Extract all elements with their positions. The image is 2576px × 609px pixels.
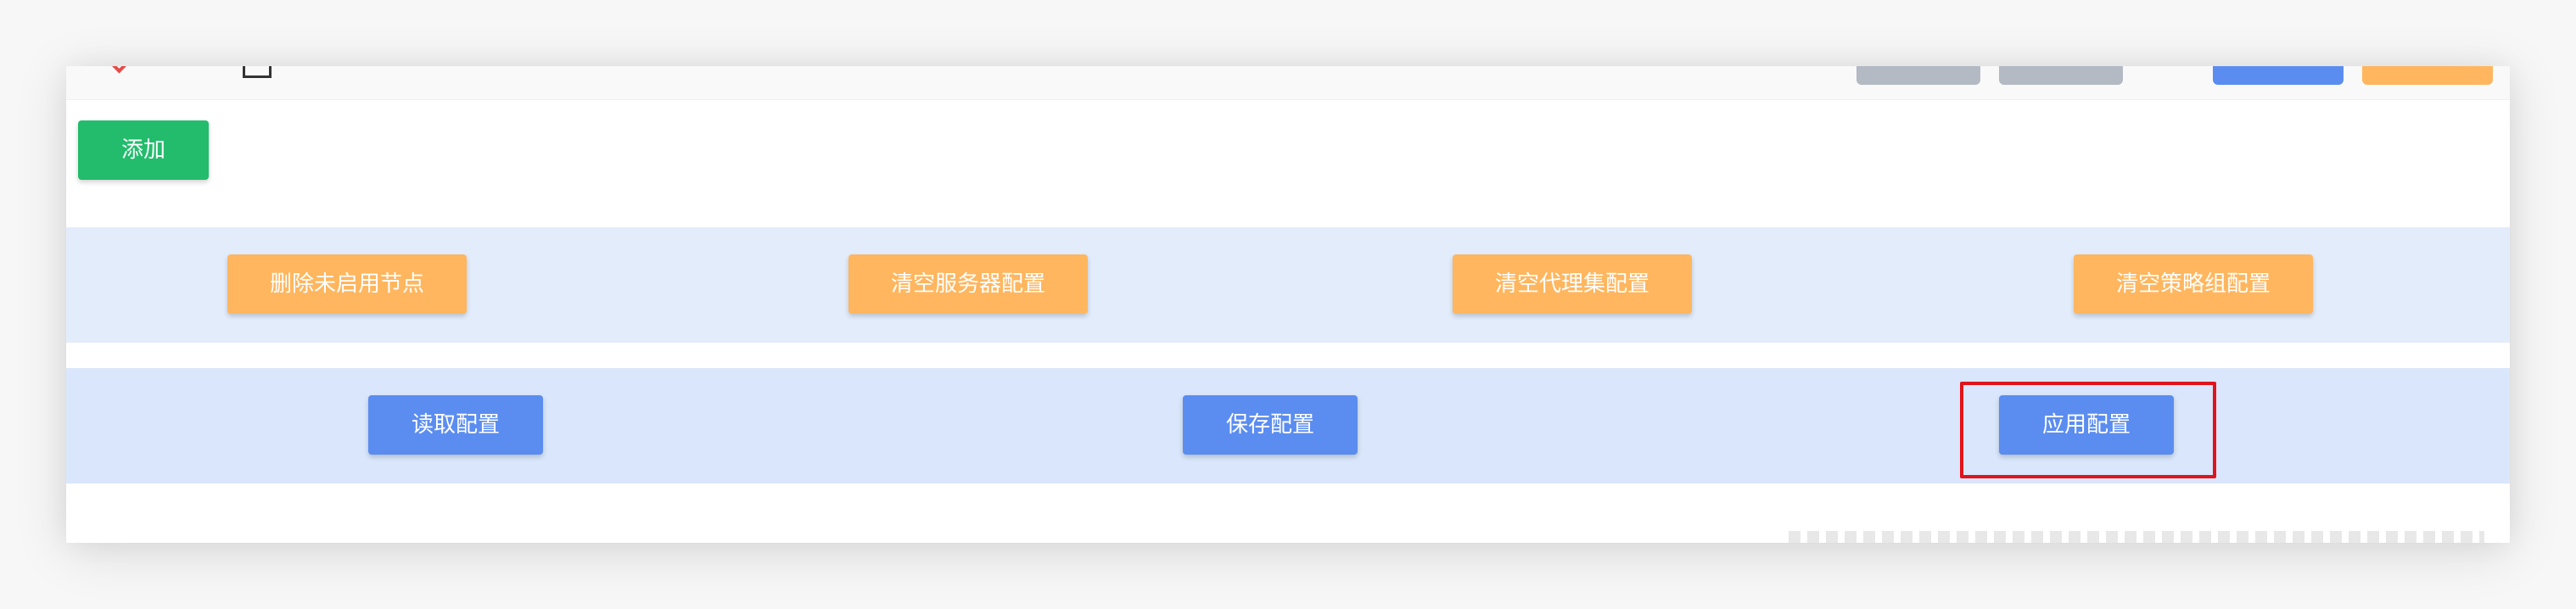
- red-check-icon: [112, 66, 134, 74]
- toolbar-button-gray-2[interactable]: [1999, 66, 2123, 85]
- clear-proxy-group-config-button[interactable]: 清空代理集配置: [1453, 254, 1692, 314]
- clear-policy-group-config-button[interactable]: 清空策略组配置: [2074, 254, 2313, 314]
- read-config-button[interactable]: 读取配置: [368, 395, 543, 455]
- config-button-row: 读取配置 保存配置 应用配置: [66, 368, 2510, 483]
- clear-server-config-button[interactable]: 清空服务器配置: [848, 254, 1088, 314]
- save-config-button[interactable]: 保存配置: [1183, 395, 1358, 455]
- settings-panel: 添加 删除未启用节点 清空服务器配置 清空代理集配置 清空策略组配置 读取配置 …: [66, 66, 2510, 543]
- delete-disabled-nodes-button[interactable]: 删除未启用节点: [227, 254, 467, 314]
- toolbar-button-blue[interactable]: [2213, 66, 2344, 85]
- toolbar-button-orange[interactable]: [2362, 66, 2493, 85]
- cleanup-button-row: 删除未启用节点 清空服务器配置 清空代理集配置 清空策略组配置: [66, 227, 2510, 343]
- add-button[interactable]: 添加: [78, 120, 209, 180]
- footer-text-cutoff: [1789, 531, 2484, 543]
- checkbox-icon[interactable]: [243, 66, 272, 78]
- apply-config-button[interactable]: 应用配置: [1999, 395, 2174, 455]
- toolbar-button-gray-1[interactable]: [1856, 66, 1980, 85]
- top-toolbar-strip: [66, 66, 2510, 100]
